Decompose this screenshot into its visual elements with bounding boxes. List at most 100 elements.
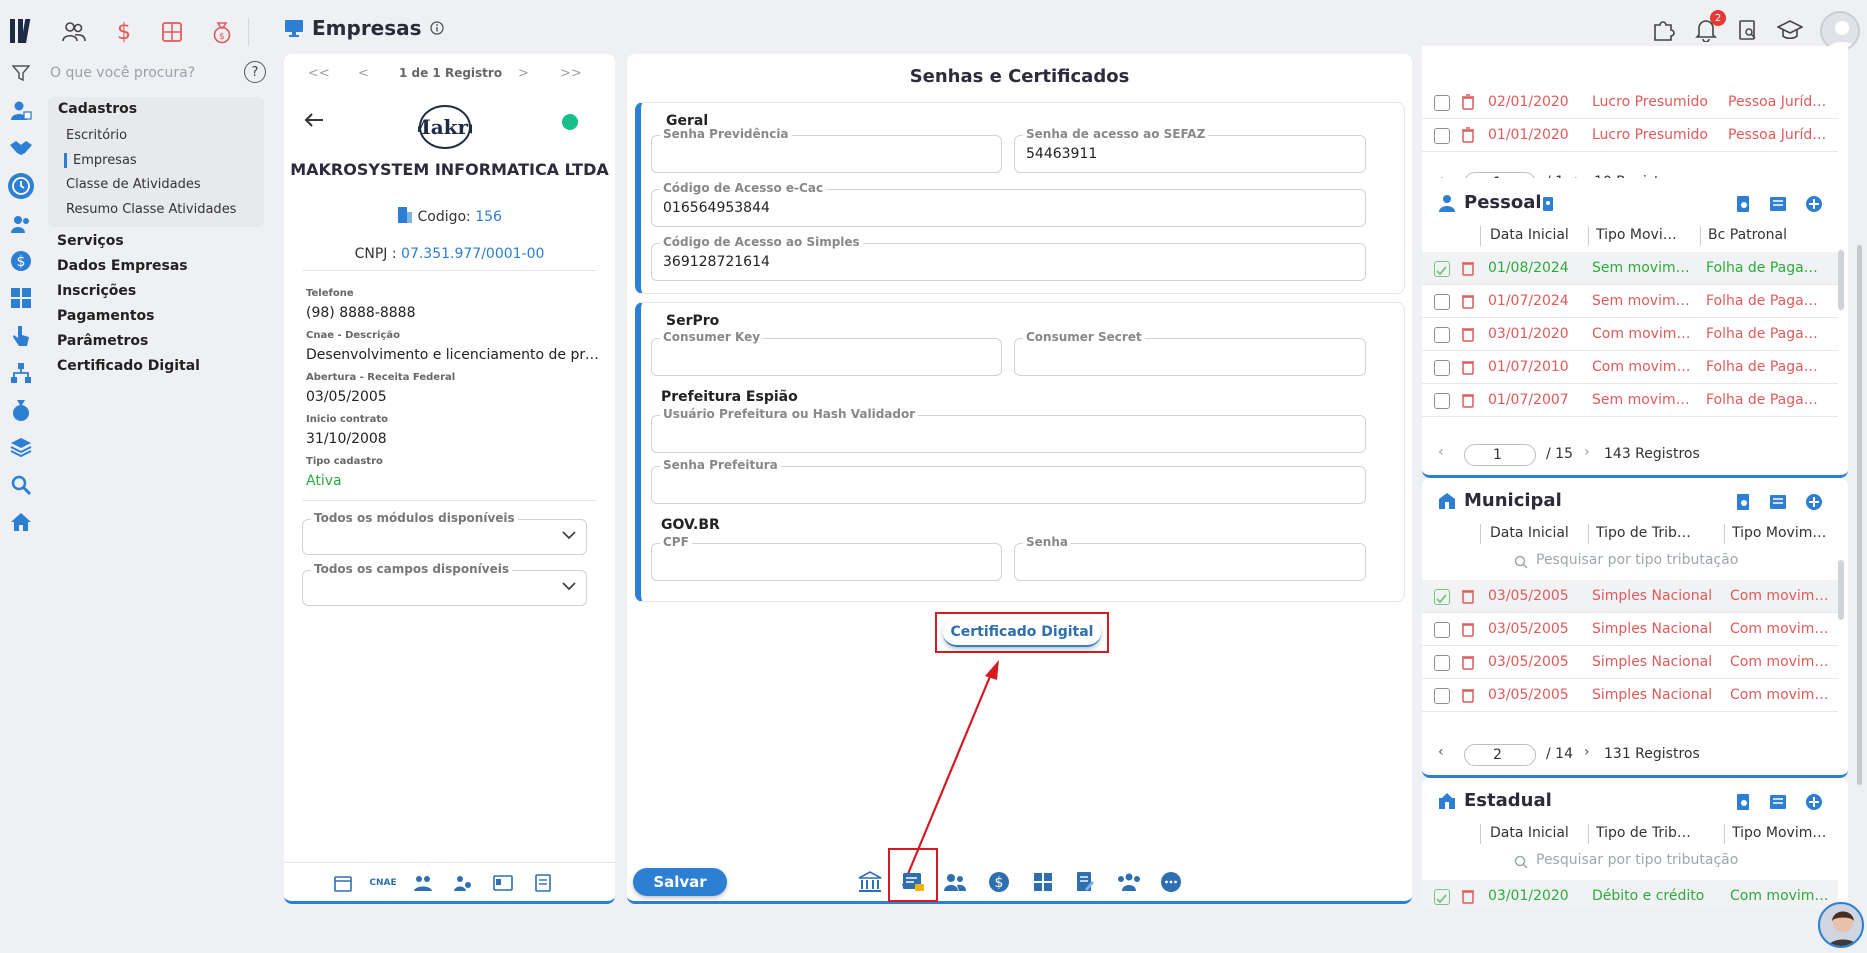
report-icon[interactable]	[1768, 194, 1788, 214]
rail-dollar-icon[interactable]: $	[8, 248, 34, 274]
row-checkbox[interactable]	[1434, 360, 1450, 376]
search-input[interactable]: O que você procura?	[50, 65, 195, 81]
col-tipo-tributacao[interactable]: Tipo de Tributação	[1596, 525, 1698, 541]
nav-resumo-classe-atividades[interactable]: Resumo Classe Atividades	[66, 202, 236, 217]
bell-icon[interactable]: 2	[1692, 10, 1726, 44]
search-doc-icon[interactable]	[1734, 194, 1754, 214]
rail-handshake-icon[interactable]	[8, 135, 34, 161]
rail-pointer-icon[interactable]	[8, 323, 34, 349]
pager-last[interactable]: >>	[560, 66, 582, 81]
nav-pagamentos[interactable]: Pagamentos	[57, 308, 155, 324]
fields-select[interactable]: Todos os campos disponíveis	[302, 562, 587, 606]
add-icon[interactable]	[1804, 194, 1824, 214]
app-logo[interactable]	[8, 15, 38, 47]
rail-home-icon[interactable]	[8, 509, 34, 535]
col-data-inicial[interactable]: Data Inicial	[1490, 525, 1569, 541]
rail-layers-icon[interactable]	[8, 434, 34, 460]
row-checkbox[interactable]	[1434, 95, 1450, 111]
calendar-icon[interactable]	[332, 873, 354, 893]
report-icon[interactable]	[1768, 792, 1788, 812]
graduation-cap-icon[interactable]	[1776, 16, 1804, 44]
table-row[interactable]: 01/07/2007 Sem movimento Folha de Pagame…	[1422, 384, 1838, 417]
trash-icon[interactable]	[1461, 888, 1475, 904]
calculator-grid-icon[interactable]	[1029, 868, 1057, 896]
col-tipo-movimento[interactable]: Tipo Movimento	[1732, 525, 1828, 541]
money-bag-icon[interactable]: $	[208, 18, 236, 46]
table-row[interactable]: 01/07/2010 Com movimento Folha de Pagame…	[1422, 351, 1838, 384]
page-scrollbar[interactable]	[1857, 245, 1862, 785]
table-row[interactable]: 03/05/2005 Simples Nacional Com moviment…	[1422, 646, 1838, 679]
row-checkbox[interactable]	[1434, 393, 1450, 409]
add-icon[interactable]	[1804, 492, 1824, 512]
search-doc-icon[interactable]	[1734, 492, 1754, 512]
pager-prev-icon[interactable]: ‹	[1438, 444, 1444, 460]
col-bc-patronal[interactable]: Bc Patronal	[1708, 227, 1787, 243]
assistant-avatar[interactable]	[1818, 902, 1864, 948]
rail-money-bag-icon[interactable]	[8, 397, 34, 423]
simples-code-field[interactable]: Código de Acesso ao Simples 369128721614	[651, 235, 1366, 281]
document-edit-icon[interactable]	[1071, 868, 1099, 896]
prefeitura-user-field[interactable]: Usuário Prefeitura ou Hash Validador	[651, 407, 1366, 453]
col-data-inicial[interactable]: Data Inicial	[1490, 825, 1569, 841]
trash-icon[interactable]	[1461, 687, 1475, 703]
rail-network-icon[interactable]	[8, 360, 34, 386]
rail-user-icon[interactable]	[8, 98, 34, 124]
row-checkbox[interactable]	[1434, 261, 1450, 277]
nav-inscricoes[interactable]: Inscrições	[57, 283, 136, 299]
pager-first[interactable]: <<	[308, 66, 330, 81]
pager-next[interactable]: >	[518, 66, 529, 81]
consumer-secret-field[interactable]: Consumer Secret	[1014, 330, 1366, 376]
users-icon[interactable]	[941, 868, 969, 896]
save-button[interactable]: Salvar	[633, 868, 727, 896]
trash-icon[interactable]	[1461, 260, 1475, 276]
trash-icon[interactable]	[1461, 127, 1475, 143]
nav-servicos[interactable]: Serviços	[57, 233, 124, 249]
table-row[interactable]: 03/01/2020 Com movimento Folha de Pagame…	[1422, 318, 1838, 351]
table-row[interactable]: 01/08/2024 Sem movimento Folha de Pagame…	[1422, 252, 1838, 285]
rail-search-icon[interactable]	[8, 472, 34, 498]
puzzle-icon[interactable]	[1650, 16, 1678, 44]
sidebar-search[interactable]: O que você procura? ?	[10, 60, 270, 86]
nav-escritorio[interactable]: Escritório	[66, 128, 127, 143]
chat-icon[interactable]	[1157, 868, 1185, 896]
row-checkbox[interactable]	[1434, 622, 1450, 638]
trash-icon[interactable]	[1461, 392, 1475, 408]
page-input[interactable]: 1	[1464, 444, 1536, 466]
panel-scrollbar[interactable]	[1838, 560, 1844, 620]
row-checkbox[interactable]	[1434, 589, 1450, 605]
dollar-circle-icon[interactable]: $	[985, 868, 1013, 896]
nav-parametros[interactable]: Parâmetros	[57, 333, 148, 349]
panel-scrollbar[interactable]	[1838, 250, 1844, 310]
row-checkbox[interactable]	[1434, 294, 1450, 310]
row-checkbox[interactable]	[1434, 128, 1450, 144]
team-icon[interactable]	[1115, 868, 1143, 896]
info-icon[interactable]	[429, 21, 444, 35]
cadastros-title[interactable]: Cadastros	[58, 101, 137, 117]
bank-icon[interactable]	[856, 868, 884, 896]
col-tipo-movimento[interactable]: Tipo Movimento	[1596, 227, 1686, 243]
prefeitura-password-field[interactable]: Senha Prefeitura	[651, 458, 1366, 504]
row-checkbox[interactable]	[1434, 889, 1450, 905]
row-checkbox[interactable]	[1434, 688, 1450, 704]
calculator-icon[interactable]	[158, 18, 186, 46]
page-input[interactable]: 2	[1464, 744, 1536, 766]
ecac-code-field[interactable]: Código de Acesso e-Cac 016564953844	[651, 181, 1366, 227]
certificado-digital-button[interactable]: Certificado Digital	[943, 619, 1101, 647]
trash-icon[interactable]	[1461, 588, 1475, 604]
search-input[interactable]: Pesquisar por tipo tributação	[1536, 552, 1738, 568]
trash-icon[interactable]	[1461, 621, 1475, 637]
col-tipo-movimento[interactable]: Tipo Movimento	[1732, 825, 1828, 841]
table-row[interactable]: 03/05/2005 Simples Nacional Com moviment…	[1422, 613, 1838, 646]
rail-people-icon[interactable]	[8, 211, 34, 237]
search-input[interactable]: Pesquisar por tipo tributação	[1536, 852, 1738, 868]
pager-next-icon[interactable]: ›	[1584, 444, 1590, 460]
col-data-inicial[interactable]: Data Inicial	[1490, 227, 1569, 243]
cnae-icon[interactable]: CNAE	[369, 873, 396, 893]
report-icon[interactable]	[1768, 492, 1788, 512]
help-icon[interactable]: ?	[244, 61, 266, 83]
senha-sefaz-field[interactable]: Senha de acesso ao SEFAZ 54463911	[1014, 127, 1366, 173]
trash-icon[interactable]	[1461, 359, 1475, 375]
consumer-key-field[interactable]: Consumer Key	[651, 330, 1002, 376]
trash-icon[interactable]	[1461, 326, 1475, 342]
trash-icon[interactable]	[1461, 654, 1475, 670]
